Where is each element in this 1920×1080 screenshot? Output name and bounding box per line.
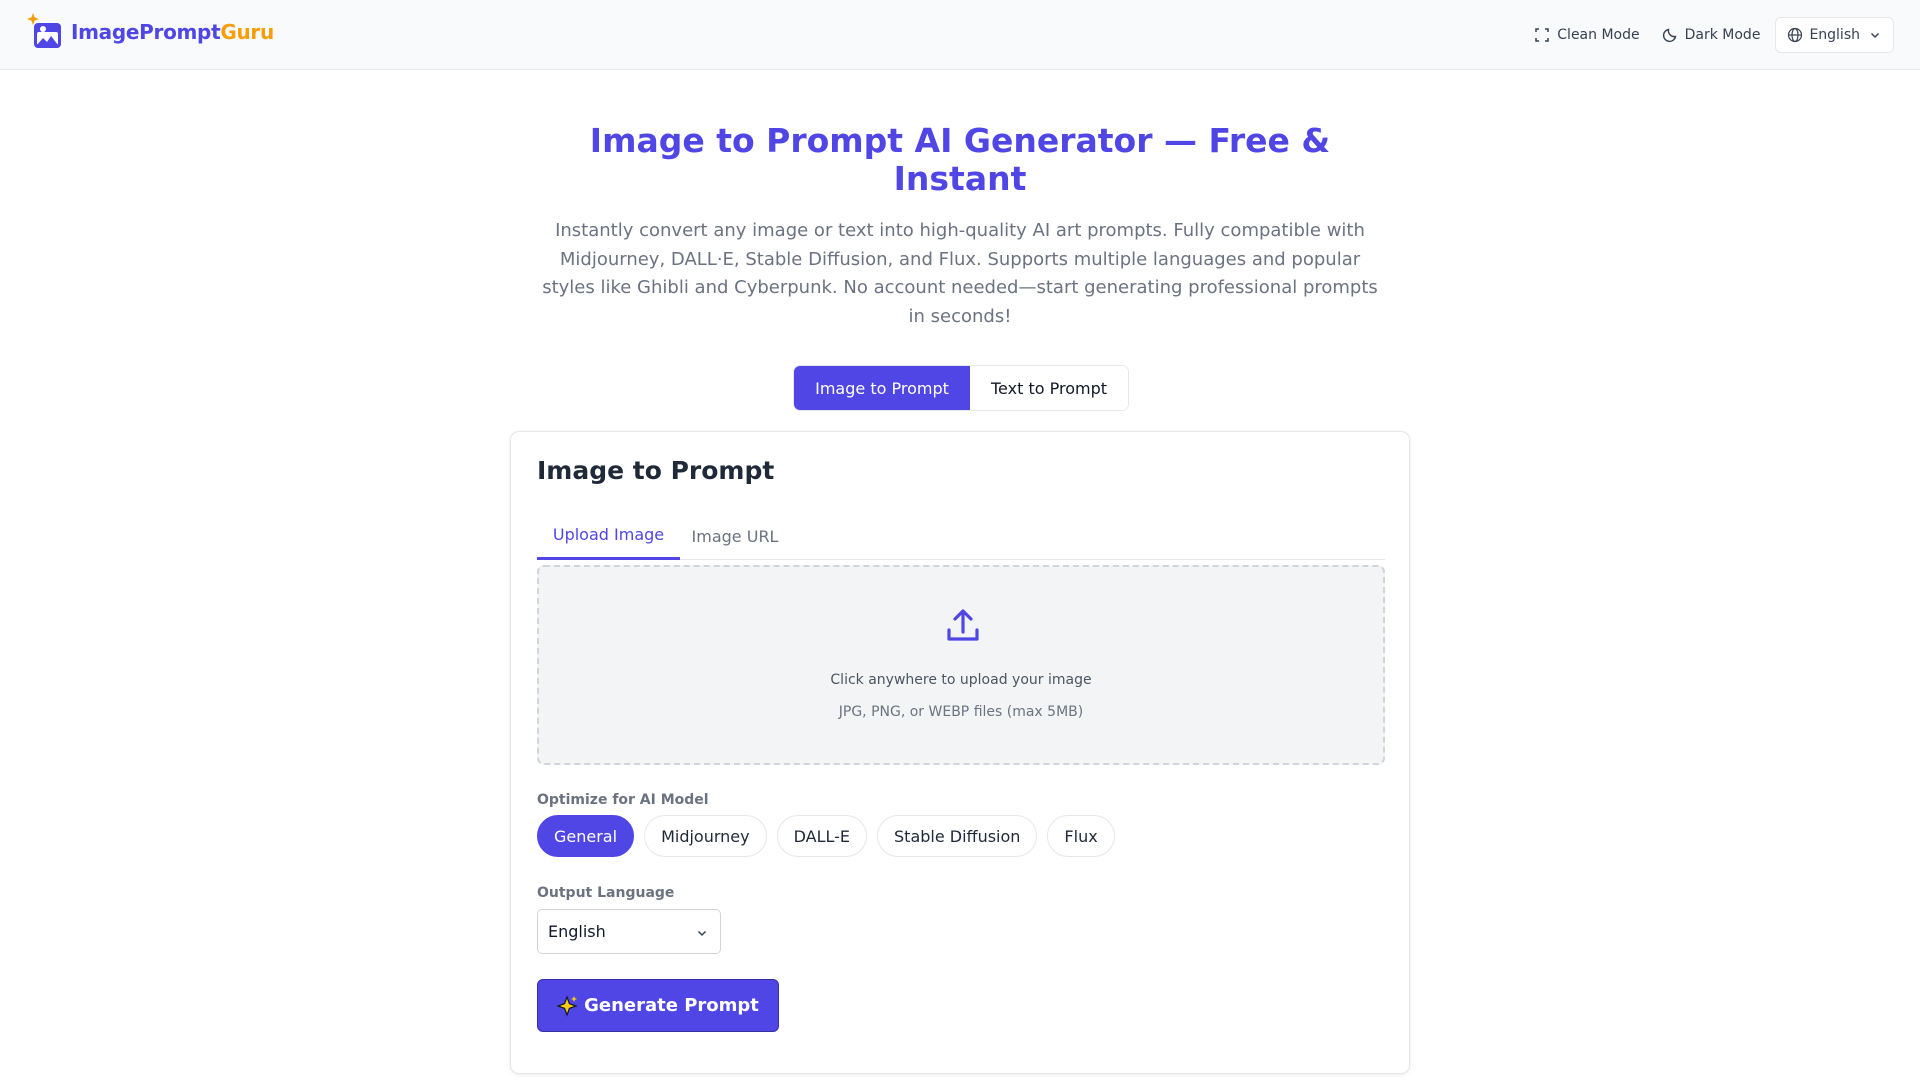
image-to-prompt-card: Image to Prompt Upload Image Image URL C…	[510, 431, 1410, 1074]
language-selector-label: English	[1809, 27, 1860, 43]
logo-icon	[26, 12, 66, 52]
generate-prompt-button[interactable]: Generate Prompt	[537, 979, 779, 1032]
page-title: Image to Prompt AI Generator — Free & In…	[589, 121, 1331, 198]
card-title: Image to Prompt	[537, 456, 775, 485]
moon-icon	[1662, 28, 1676, 43]
clean-mode-label: Clean Mode	[1557, 27, 1640, 43]
top-actions: Clean Mode Dark Mode English	[1523, 17, 1894, 53]
top-navbar: ImagePromptGuru Clean Mode Dark Mode Eng…	[0, 0, 1920, 70]
language-selector[interactable]: English	[1775, 17, 1894, 53]
dark-mode-button[interactable]: Dark Mode	[1651, 17, 1772, 53]
tab-text-to-prompt[interactable]: Text to Prompt	[970, 366, 1128, 410]
source-tabs: Upload Image Image URL	[537, 512, 1385, 560]
model-pill-midjourney[interactable]: Midjourney	[644, 815, 767, 857]
model-pill-general[interactable]: General	[537, 815, 635, 857]
page-subtitle: Instantly convert any image or text into…	[542, 220, 1378, 327]
tab-image-url[interactable]: Image URL	[680, 512, 790, 560]
model-label: Optimize for AI Model	[537, 792, 709, 808]
dropzone-main-text: Click anywhere to upload your image	[830, 672, 1092, 688]
globe-icon	[1788, 27, 1803, 43]
model-pill-dall-e[interactable]: DALL-E	[776, 815, 868, 857]
generate-prompt-label: Generate Prompt	[584, 995, 759, 1016]
upload-dropzone[interactable]: Click anywhere to upload your image JPG,…	[537, 565, 1385, 765]
brand-name-part1: ImagePrompt	[71, 20, 221, 44]
chevron-down-icon	[697, 930, 707, 937]
output-language-value: English	[548, 922, 606, 941]
upload-icon	[947, 609, 979, 641]
brand-name-part2: Guru	[220, 20, 274, 44]
mode-toggle: Image to Prompt Text to Prompt	[793, 365, 1129, 411]
dark-mode-label: Dark Mode	[1684, 27, 1761, 43]
sparkles-icon	[557, 994, 579, 1017]
fullscreen-icon	[1535, 28, 1550, 42]
tab-upload-image[interactable]: Upload Image	[537, 512, 680, 560]
output-language-label: Output Language	[537, 885, 675, 901]
output-language-select[interactable]: English	[537, 909, 721, 954]
clean-mode-button[interactable]: Clean Mode	[1523, 17, 1650, 53]
chevron-down-icon	[1870, 32, 1880, 39]
brand-logo[interactable]: ImagePromptGuru	[26, 12, 274, 52]
brand-name: ImagePromptGuru	[71, 20, 274, 44]
tab-image-to-prompt[interactable]: Image to Prompt	[794, 366, 970, 410]
model-pill-stable-diffusion[interactable]: Stable Diffusion	[877, 815, 1038, 857]
model-pill-flux[interactable]: Flux	[1047, 815, 1115, 857]
model-selector: General Midjourney DALL-E Stable Diffusi…	[537, 815, 1125, 857]
dropzone-hint-text: JPG, PNG, or WEBP files (max 5MB)	[838, 704, 1084, 720]
